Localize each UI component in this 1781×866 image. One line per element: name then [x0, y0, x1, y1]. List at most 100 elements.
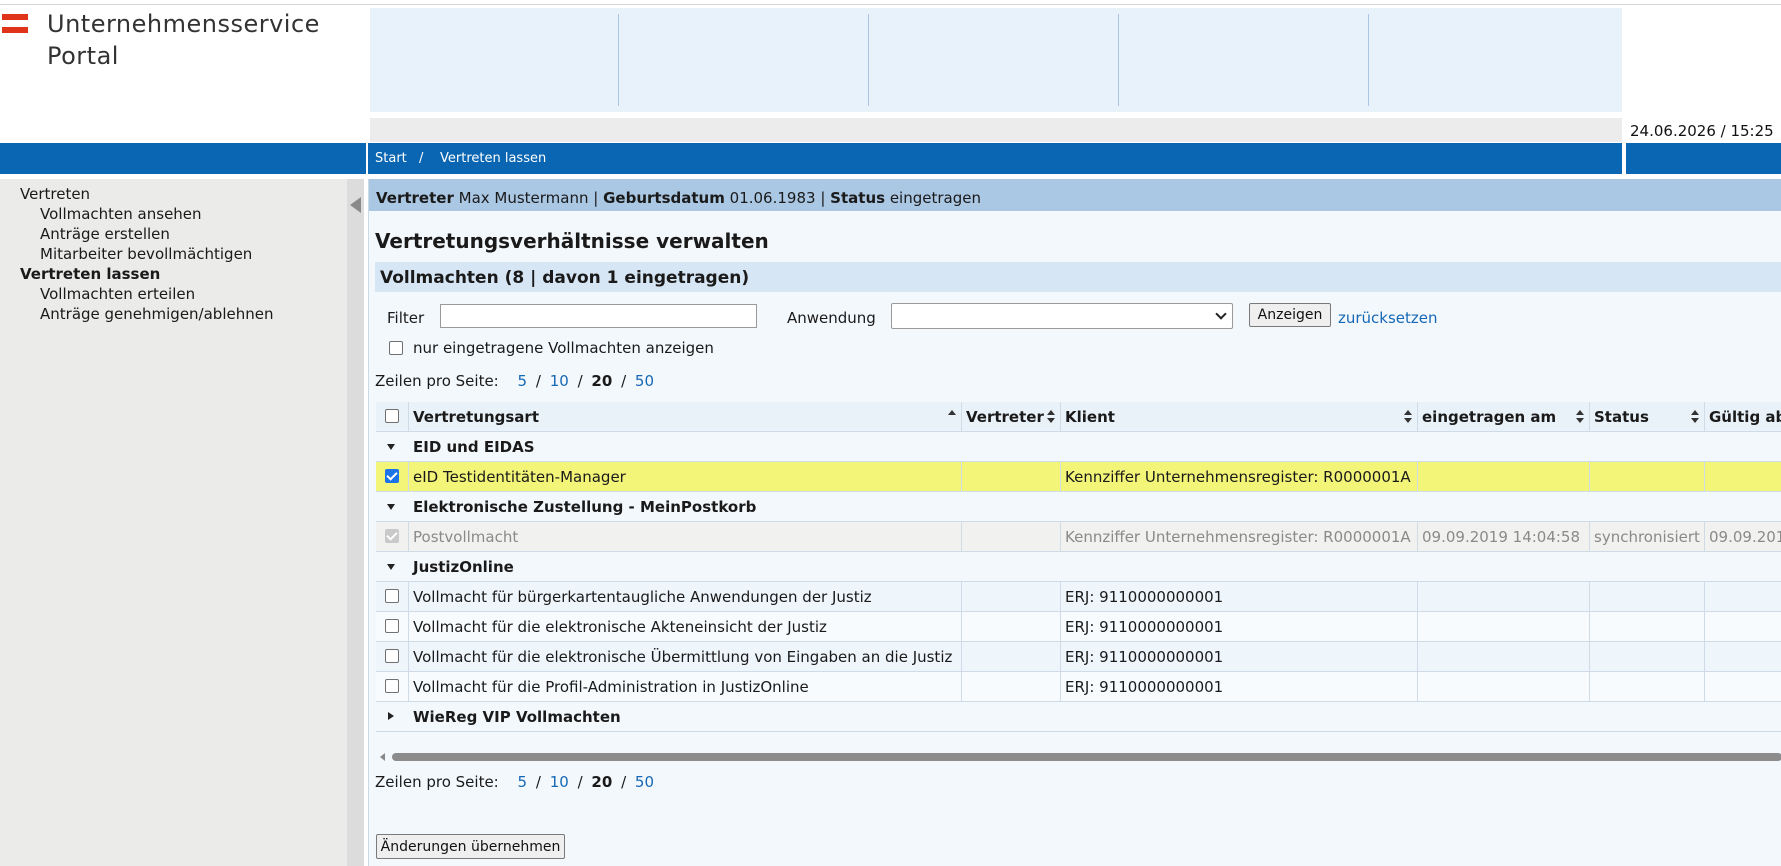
geburtsdatum-value: 01.06.1983	[729, 189, 816, 207]
rows-per-page-bottom: Zeilen pro Seite: 5 / 10 / 20 / 50	[375, 773, 658, 791]
collapse-left-icon[interactable]	[350, 197, 361, 213]
rows-option-50[interactable]: 50	[635, 372, 654, 390]
breadcrumb-start-link[interactable]: Start	[375, 151, 407, 166]
sort-icon	[1576, 410, 1584, 424]
cell-vertreter	[962, 462, 1061, 492]
rows-option-10[interactable]: 10	[550, 773, 569, 791]
sort-icon	[1691, 410, 1699, 424]
rows-option-5[interactable]: 5	[518, 773, 528, 791]
rows-per-page-top: Zeilen pro Seite: 5 / 10 / 20 / 50	[375, 372, 658, 390]
cell-status	[1590, 612, 1705, 642]
group-label: EID und EIDAS	[413, 438, 535, 456]
tab-divider	[1118, 14, 1119, 106]
save-changes-button[interactable]: Änderungen übernehmen	[376, 834, 565, 859]
table-row[interactable]: eID Testidentitäten-Manager Kennziffer U…	[376, 462, 1781, 492]
scrollbar-thumb[interactable]	[392, 753, 1781, 761]
group-row[interactable]: WieReg VIP Vollmachten	[376, 702, 1781, 732]
column-header-eingetragen-am[interactable]: eingetragen am	[1418, 402, 1590, 432]
expand-down-icon	[387, 564, 395, 570]
column-header-label: Status	[1594, 408, 1649, 426]
status-label: Status	[830, 189, 886, 207]
group-row[interactable]: EID und EIDAS	[376, 432, 1781, 462]
pager-separator: /	[621, 372, 627, 390]
breadcrumb-separator: /	[419, 151, 424, 166]
row-checkbox[interactable]	[385, 619, 399, 633]
rows-option-5[interactable]: 5	[518, 372, 528, 390]
chevron-down-icon	[1215, 308, 1227, 320]
only-registered-checkbox[interactable]	[389, 341, 403, 355]
table-row[interactable]: Vollmacht für die elektronische Übermitt…	[376, 642, 1781, 672]
rows-option-50[interactable]: 50	[635, 773, 654, 791]
cell-klient: Kennziffer Unternehmensregister: R000000…	[1061, 462, 1418, 492]
column-header-label: Gültig ab	[1709, 408, 1781, 426]
sidebar-item-vollmachten-erteilen[interactable]: Vollmachten erteilen	[40, 285, 195, 303]
filter-label: Filter	[387, 309, 425, 327]
filter-input[interactable]	[440, 304, 757, 328]
header-info-bar	[370, 118, 1622, 142]
logo-title-line2: Portal	[47, 42, 119, 70]
select-all-checkbox[interactable]	[385, 409, 399, 423]
sidebar-item-vertreten-lassen[interactable]: Vertreten lassen	[20, 265, 160, 283]
portal-logo[interactable]: Unternehmensservice Portal	[0, 8, 370, 138]
column-header-klient[interactable]: Klient	[1061, 402, 1418, 432]
row-select-cell	[376, 582, 409, 612]
current-datetime: 24.06.2026 / 15:25	[1630, 122, 1774, 140]
cell-vertretungsart: Postvollmacht	[409, 522, 962, 552]
cell-klient: ERJ: 9110000000001	[1061, 612, 1418, 642]
breadcrumb-current: Vertreten lassen	[440, 151, 547, 166]
column-header-vertreter[interactable]: Vertreter	[962, 402, 1061, 432]
column-header-status[interactable]: Status	[1590, 402, 1705, 432]
table-row[interactable]: Vollmacht für die elektronische Aktenein…	[376, 612, 1781, 642]
cell-vertretungsart: Vollmacht für die Profil-Administration …	[409, 672, 962, 702]
sidebar-item-mitarbeiter-bevollmaechtigen[interactable]: Mitarbeiter bevollmächtigen	[40, 245, 252, 263]
scroll-left-icon[interactable]	[380, 753, 385, 761]
sidebar-item-antraege-erstellen[interactable]: Anträge erstellen	[40, 225, 170, 243]
row-checkbox	[385, 529, 399, 543]
cell-vertretungsart: Vollmacht für die elektronische Übermitt…	[409, 642, 962, 672]
column-header-vertretungsart[interactable]: Vertretungsart	[409, 402, 962, 432]
top-navigation-strip	[370, 8, 1622, 112]
anwendung-label: Anwendung	[787, 309, 876, 327]
anzeigen-button[interactable]: Anzeigen	[1249, 303, 1331, 327]
table-row[interactable]: Vollmacht für bürgerkartentaugliche Anwe…	[376, 582, 1781, 612]
tab-divider	[868, 14, 869, 106]
geburtsdatum-label: Geburtsdatum	[603, 189, 725, 207]
sidebar-collapse-handle[interactable]	[347, 179, 364, 866]
pager-separator: /	[535, 372, 541, 390]
row-checkbox[interactable]	[385, 469, 399, 483]
row-checkbox[interactable]	[385, 679, 399, 693]
row-checkbox[interactable]	[385, 649, 399, 663]
cell-vertretungsart: Vollmacht für bürgerkartentaugliche Anwe…	[409, 582, 962, 612]
cell-gueltig-ab	[1705, 672, 1781, 702]
horizontal-scrollbar[interactable]	[376, 750, 1781, 764]
group-row[interactable]: JustizOnline	[376, 552, 1781, 582]
table-row[interactable]: Vollmacht für die Profil-Administration …	[376, 672, 1781, 702]
group-label: WieReg VIP Vollmachten	[413, 708, 621, 726]
cell-vertreter	[962, 522, 1061, 552]
cell-vertretungsart: Vollmacht für die elektronische Aktenein…	[409, 612, 962, 642]
info-separator: |	[593, 189, 599, 207]
cell-klient: Kennziffer Unternehmensregister: R000000…	[1061, 522, 1418, 552]
sidebar-item-antraege-genehmigen[interactable]: Anträge genehmigen/ablehnen	[40, 305, 273, 323]
row-select-cell	[376, 612, 409, 642]
page-title: Vertretungsverhältnisse verwalten	[375, 229, 769, 253]
row-select-cell	[376, 522, 409, 552]
sidebar-item-vertreten[interactable]: Vertreten	[20, 185, 90, 203]
expand-down-icon	[387, 444, 395, 450]
breadcrumb: Start / Vertreten lassen	[368, 143, 1622, 174]
column-header-gueltig-ab[interactable]: Gültig ab	[1705, 402, 1781, 432]
sidebar-item-vollmachten-ansehen[interactable]: Vollmachten ansehen	[40, 205, 202, 223]
vertreter-label: Vertreter	[376, 189, 454, 207]
cell-klient: ERJ: 9110000000001	[1061, 672, 1418, 702]
reset-link[interactable]: zurücksetzen	[1338, 309, 1438, 327]
group-row[interactable]: Elektronische Zustellung - MeinPostkorb	[376, 492, 1781, 522]
cell-eingetragen-am	[1418, 582, 1590, 612]
cell-vertreter	[962, 672, 1061, 702]
cell-eingetragen-am	[1418, 672, 1590, 702]
rows-option-10[interactable]: 10	[550, 372, 569, 390]
row-checkbox[interactable]	[385, 589, 399, 603]
anwendung-select[interactable]	[891, 303, 1233, 329]
row-select-cell	[376, 642, 409, 672]
pager-separator: /	[621, 773, 627, 791]
top-border	[0, 4, 1781, 5]
